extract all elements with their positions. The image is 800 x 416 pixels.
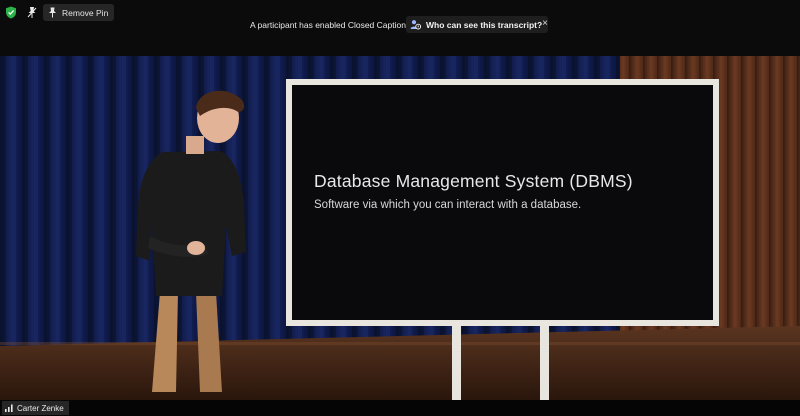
who-can-see-transcript-button[interactable]: Who can see this transcript? — [406, 16, 549, 33]
participant-bar: Carter Zenke — [0, 400, 800, 416]
close-icon[interactable]: × — [539, 18, 551, 30]
board-leg-right — [540, 324, 549, 400]
remove-pin-button[interactable]: Remove Pin — [43, 4, 115, 21]
pin-icon[interactable] — [24, 4, 40, 20]
meeting-toolbar: Remove Pin A participant has enabled Clo… — [0, 0, 800, 56]
board-subtitle: Software via which you can interact with… — [314, 199, 582, 211]
closed-captioning-notice: A participant has enabled Closed Caption… — [250, 20, 418, 30]
video-frame — [0, 56, 800, 400]
people-icon — [410, 20, 421, 30]
board-leg-left — [452, 324, 461, 400]
pin-icon — [49, 7, 56, 18]
remove-pin-label: Remove Pin — [62, 7, 109, 18]
participant-name: Carter Zenke — [17, 403, 64, 413]
board-title: Database Management System (DBMS) — [314, 171, 633, 191]
participant-name-tag: Carter Zenke — [2, 401, 69, 415]
shield-check-icon[interactable] — [3, 4, 19, 20]
signal-bars-icon — [5, 404, 13, 412]
video-stage — [0, 56, 800, 400]
transcript-button-label: Who can see this transcript? — [426, 19, 543, 30]
